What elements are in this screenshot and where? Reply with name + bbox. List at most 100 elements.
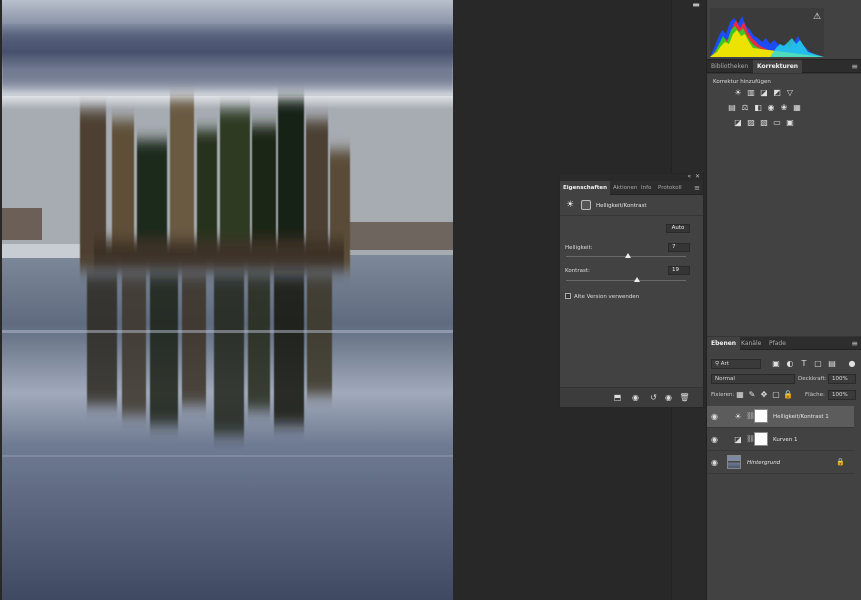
visibility-icon[interactable]: ◉	[663, 392, 674, 403]
filter-shape-icon[interactable]: ▢	[813, 359, 823, 369]
curves-layer-icon: ◪	[734, 435, 742, 444]
lock-pixels-icon[interactable]: ✎	[747, 390, 757, 400]
color-lookup-icon[interactable]: ▦	[792, 103, 802, 113]
mask-icon[interactable]	[581, 200, 591, 210]
layers-tabbar: Ebenen Kanäle Pfade ≡	[707, 337, 861, 350]
right-panel-column: ⚠ Bibliotheken Korrekturen ≡ Korrektur h…	[706, 0, 861, 600]
lock-label: Fixieren:	[711, 392, 735, 398]
panel-menu-icon[interactable]: ≡	[851, 60, 858, 73]
filter-type-icon[interactable]: T	[799, 359, 809, 369]
delete-icon[interactable]: 🗑	[679, 392, 690, 403]
layers-menu-icon[interactable]: ≡	[851, 337, 858, 350]
histogram-warning-icon[interactable]: ⚠	[813, 12, 821, 22]
properties-menu-icon[interactable]: ≡	[694, 184, 700, 192]
fill-input[interactable]: 100%	[828, 390, 856, 400]
tab-eigenschaften[interactable]: Eigenschaften	[560, 181, 611, 195]
filter-smart-icon[interactable]: ▤	[827, 359, 837, 369]
layer-filter-select[interactable]: ⚲ Art	[711, 359, 761, 369]
clip-to-layer-icon[interactable]: ⬒	[612, 392, 623, 403]
levels-icon[interactable]: ▥	[746, 88, 756, 98]
layer-name[interactable]: Kurven 1	[773, 437, 797, 443]
reset-icon[interactable]: ↺	[648, 392, 659, 403]
fill-label: Fläche:	[805, 392, 825, 398]
properties-footer: ⬒ ◉ ↺ ◉ 🗑	[560, 387, 703, 407]
properties-tabbar: Eigenschaften Aktionen Info Protokoll ≡	[560, 181, 703, 195]
collapse-icon[interactable]: «	[687, 173, 691, 180]
layer-name[interactable]: Hintergrund	[747, 460, 780, 466]
exposure-icon[interactable]: ◩	[772, 88, 782, 98]
tab-bibliotheken[interactable]: Bibliotheken	[707, 60, 752, 73]
opacity-label: Deckkraft:	[798, 376, 827, 382]
contrast-input[interactable]: 19	[668, 266, 690, 275]
tab-aktionen[interactable]: Aktionen	[610, 181, 640, 195]
adjustment-row-3: ◪ ▨ ▧ ▭ ▣	[733, 118, 795, 128]
brightness-slider-thumb[interactable]	[625, 253, 632, 258]
auto-button[interactable]: Auto	[666, 224, 690, 233]
brightness-contrast-icon: ☀	[566, 200, 575, 210]
blend-mode-select[interactable]: Normal	[711, 374, 795, 384]
channel-mixer-icon[interactable]: ❀	[779, 103, 789, 113]
contrast-slider-thumb[interactable]	[633, 277, 640, 282]
visibility-eye-icon[interactable]: ◉	[711, 412, 721, 421]
opacity-input[interactable]: 100%	[828, 374, 856, 384]
contrast-label: Kontrast:	[565, 268, 590, 274]
layers-panel: ⚲ Art ▣ ◐ T ▢ ▤ ● Normal Deckkraft: 100%…	[707, 350, 861, 600]
histogram-chart	[710, 8, 824, 57]
lock-all-icon[interactable]: 🔒	[783, 390, 793, 400]
selective-color-icon[interactable]: ▣	[785, 118, 795, 128]
properties-panel: « ✕ Eigenschaften Aktionen Info Protokol…	[559, 173, 704, 408]
adjustments-title: Korrektur hinzufügen	[713, 79, 771, 85]
threshold-icon[interactable]: ▧	[759, 118, 769, 128]
layer-mask-thumbnail[interactable]	[754, 409, 768, 423]
adjustments-tabbar: Bibliotheken Korrekturen ≡	[707, 60, 861, 73]
vibrance-icon[interactable]: ▽	[785, 88, 795, 98]
filter-pixel-icon[interactable]: ▣	[771, 359, 781, 369]
black-white-icon[interactable]: ◧	[753, 103, 763, 113]
tab-korrekturen[interactable]: Korrekturen	[753, 60, 803, 73]
brightness-contrast-layer-icon: ☀	[734, 412, 742, 421]
layer-row-brightness-contrast[interactable]: ◉ ☀ ⛓ Helligkeit/Kontrast 1	[707, 406, 854, 428]
brightness-label: Helligkeit:	[565, 245, 593, 251]
posterize-icon[interactable]: ▨	[746, 118, 756, 128]
photo-filter-icon[interactable]: ◉	[766, 103, 776, 113]
properties-titlebar[interactable]: « ✕	[560, 173, 703, 181]
visibility-eye-icon[interactable]: ◉	[711, 435, 721, 444]
curves-icon[interactable]: ◪	[759, 88, 769, 98]
adjustments-panel: Korrektur hinzufügen ☀ ▥ ◪ ◩ ▽ ▤ ⚖ ◧ ◉ ❀…	[707, 74, 861, 336]
visibility-eye-icon[interactable]: ◉	[711, 458, 721, 467]
background-thumbnail[interactable]	[727, 455, 741, 469]
lock-transparent-icon[interactable]: ▦	[735, 390, 745, 400]
gradient-map-icon[interactable]: ▭	[772, 118, 782, 128]
view-previous-icon[interactable]: ◉	[630, 392, 641, 403]
brightness-input[interactable]: 7	[668, 243, 690, 252]
brightness-icon[interactable]: ☀	[733, 88, 743, 98]
hue-saturation-icon[interactable]: ▤	[727, 103, 737, 113]
contrast-slider-track[interactable]	[566, 280, 686, 281]
invert-icon[interactable]: ◪	[733, 118, 743, 128]
lock-artboard-icon[interactable]: ▢	[771, 390, 781, 400]
layer-row-background[interactable]: ◉ Hintergrund 🔒	[707, 452, 854, 474]
layer-lock-icon: 🔒	[836, 458, 845, 466]
layer-filter-value: Art	[720, 361, 729, 367]
filter-adjustment-icon[interactable]: ◐	[785, 359, 795, 369]
filter-toggle-icon[interactable]: ●	[847, 359, 857, 369]
lock-position-icon[interactable]: ✥	[759, 390, 769, 400]
tab-protokoll[interactable]: Protokoll	[655, 181, 685, 195]
histogram-panel: ⚠	[707, 0, 861, 60]
close-icon[interactable]: ✕	[695, 173, 700, 180]
legacy-checkbox[interactable]	[565, 293, 571, 299]
tab-ebenen[interactable]: Ebenen	[707, 337, 741, 350]
color-balance-icon[interactable]: ⚖	[740, 103, 750, 113]
properties-header: ☀ Helligkeit/Kontrast	[560, 196, 703, 216]
tab-info[interactable]: Info	[638, 181, 654, 195]
document-photo[interactable]	[2, 0, 453, 600]
strip-collapse-icon[interactable]: ▬	[690, 0, 702, 10]
adjustment-name: Helligkeit/Kontrast	[596, 203, 647, 209]
adjustment-row-1: ☀ ▥ ◪ ◩ ▽	[733, 88, 795, 98]
layer-mask-thumbnail[interactable]	[754, 432, 768, 446]
adjustment-row-2: ▤ ⚖ ◧ ◉ ❀ ▦	[727, 103, 802, 113]
tab-kanaele[interactable]: Kanäle	[737, 337, 765, 350]
layer-row-curves[interactable]: ◉ ◪ ⛓ Kurven 1	[707, 429, 854, 451]
layer-name[interactable]: Helligkeit/Kontrast 1	[773, 414, 829, 420]
tab-pfade[interactable]: Pfade	[765, 337, 790, 350]
